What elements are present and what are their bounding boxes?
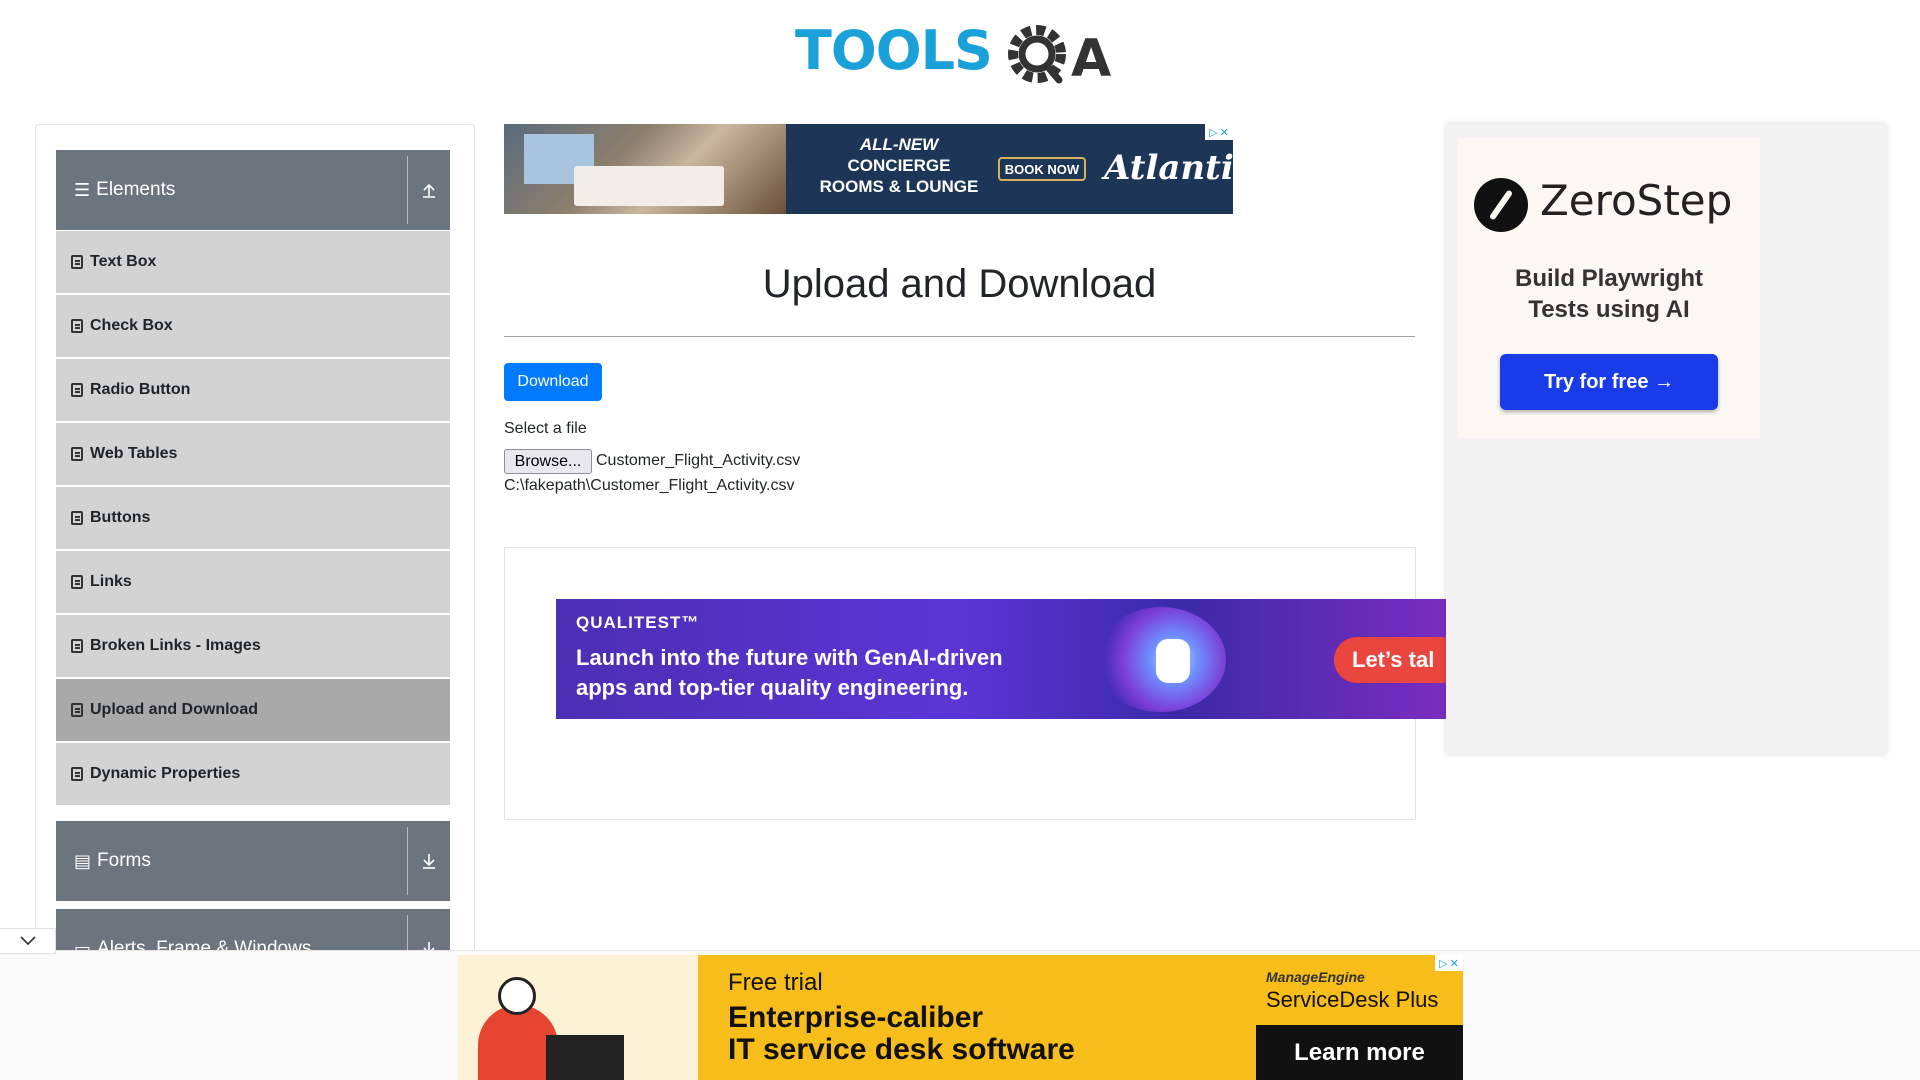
menu-item-dynamic-properties[interactable]: Dynamic Properties [56,743,450,805]
list-icon [71,255,83,269]
ad-kicker: Free trial [728,969,823,996]
uploaded-file-path: C:\fakepath\Customer_Flight_Activity.csv [504,477,795,494]
ad-photo [504,124,786,214]
download-button[interactable]: Download [504,363,602,401]
logo-suffix: A [1071,29,1111,89]
gear-q-icon: A [1008,25,1111,89]
logo-text: TOOLS [795,19,993,82]
selected-file-name: Customer_Flight_Activity.csv [596,452,801,469]
ad-subheadline: apps and top-tier quality engineering. [576,675,969,700]
page-title: Upload and Download [762,262,1157,306]
group-header-elements[interactable]: ☰ Elements [56,150,450,230]
menu-item-upload-download[interactable]: Upload and Download [56,679,450,741]
menu-item-links[interactable]: Links [56,551,450,613]
menu-item-label: Dynamic Properties [90,765,241,782]
toolsqa-logo[interactable]: TOOLS A [795,10,1125,90]
document-icon: ▤ [74,850,92,871]
adchoices-icon[interactable]: ▷ ✕ [1435,955,1463,971]
ad-book-now-button[interactable]: BOOK NOW [998,157,1086,181]
sidebar: ☰ Elements Text Box Check Box Radio Butt… [35,124,475,960]
adchoices-icon[interactable]: ▷ ✕ [1205,124,1233,140]
ad-headline: ALL-NEW CONCIERGE ROOMS & LOUNGE [819,135,979,196]
ad-card: ZeroStep Build Playwright Tests using AI… [1458,138,1760,438]
divider [504,336,1415,337]
menu-item-radio-button[interactable]: Radio Button [56,359,450,421]
ad-subheadline: IT service desk software [728,1033,1075,1066]
menu-item-label: Radio Button [90,381,191,398]
support-illustration [458,955,698,1080]
menu-item-label: Buttons [90,509,151,526]
robot-icon [1156,639,1190,683]
ad-headline: Enterprise-caliber [728,1001,984,1034]
browse-button[interactable]: Browse... [504,449,592,474]
menu-item-web-tables[interactable]: Web Tables [56,423,450,485]
ad-banner-middle[interactable]: QUALITEST™ Launch into the future with G… [556,599,1446,719]
menu-item-check-box[interactable]: Check Box [56,295,450,357]
menu-item-label: Web Tables [90,445,178,462]
menu-item-label: Broken Links - Images [90,637,261,654]
ad-brand: QUALITEST™ [576,613,700,632]
list-icon [71,511,83,525]
ad-product: ServiceDesk Plus [1266,987,1439,1012]
ad-vendor: ManageEngine [1266,969,1365,985]
ad-cta-button[interactable]: Let’s tal [1334,637,1446,683]
ad-brand: ZeroStep [1540,176,1733,225]
menu-item-broken-links[interactable]: Broken Links - Images [56,615,450,677]
ad-headline: Launch into the future with GenAI-driven [576,645,1003,670]
group-label: Elements [96,179,176,200]
zerostep-logo-icon [1474,178,1528,232]
menu-item-label: Text Box [90,253,157,270]
hamburger-icon: ☰ [74,179,91,200]
ad-banner-right[interactable]: ZeroStep Build Playwright Tests using AI… [1446,124,1886,754]
ad-banner-top[interactable]: ALL-NEW CONCIERGE ROOMS & LOUNGE BOOK NO… [504,124,1233,214]
menu-item-label: Check Box [90,317,173,334]
menu-item-text-box[interactable]: Text Box [56,231,450,293]
menu-item-buttons[interactable]: Buttons [56,487,450,549]
list-icon [71,575,83,589]
arrow-up-icon[interactable] [408,150,450,230]
list-icon [71,319,83,333]
ad-try-free-button[interactable]: Try for free → [1500,354,1718,410]
site-header: TOOLS A [0,0,1920,100]
list-icon [71,639,83,653]
arrow-down-icon[interactable] [408,821,450,901]
list-icon [71,767,83,781]
ad-banner-bottom[interactable]: Free trial Enterprise-caliber IT service… [458,955,1463,1080]
list-icon [71,703,83,717]
menu-item-label: Links [90,573,132,590]
group-label: Forms [97,850,151,871]
group-header-forms[interactable]: ▤ Forms [56,821,450,901]
select-file-label: Select a file [504,420,587,437]
list-icon [71,447,83,461]
ad-learn-more-button[interactable]: Learn more [1256,1025,1463,1080]
chevron-down-icon[interactable] [0,928,56,954]
ad-brand: Atlantis [1104,148,1233,188]
list-icon [71,383,83,397]
menu-item-label: Upload and Download [90,701,258,718]
ad-tagline: Build Playwright Tests using AI [1514,265,1703,323]
